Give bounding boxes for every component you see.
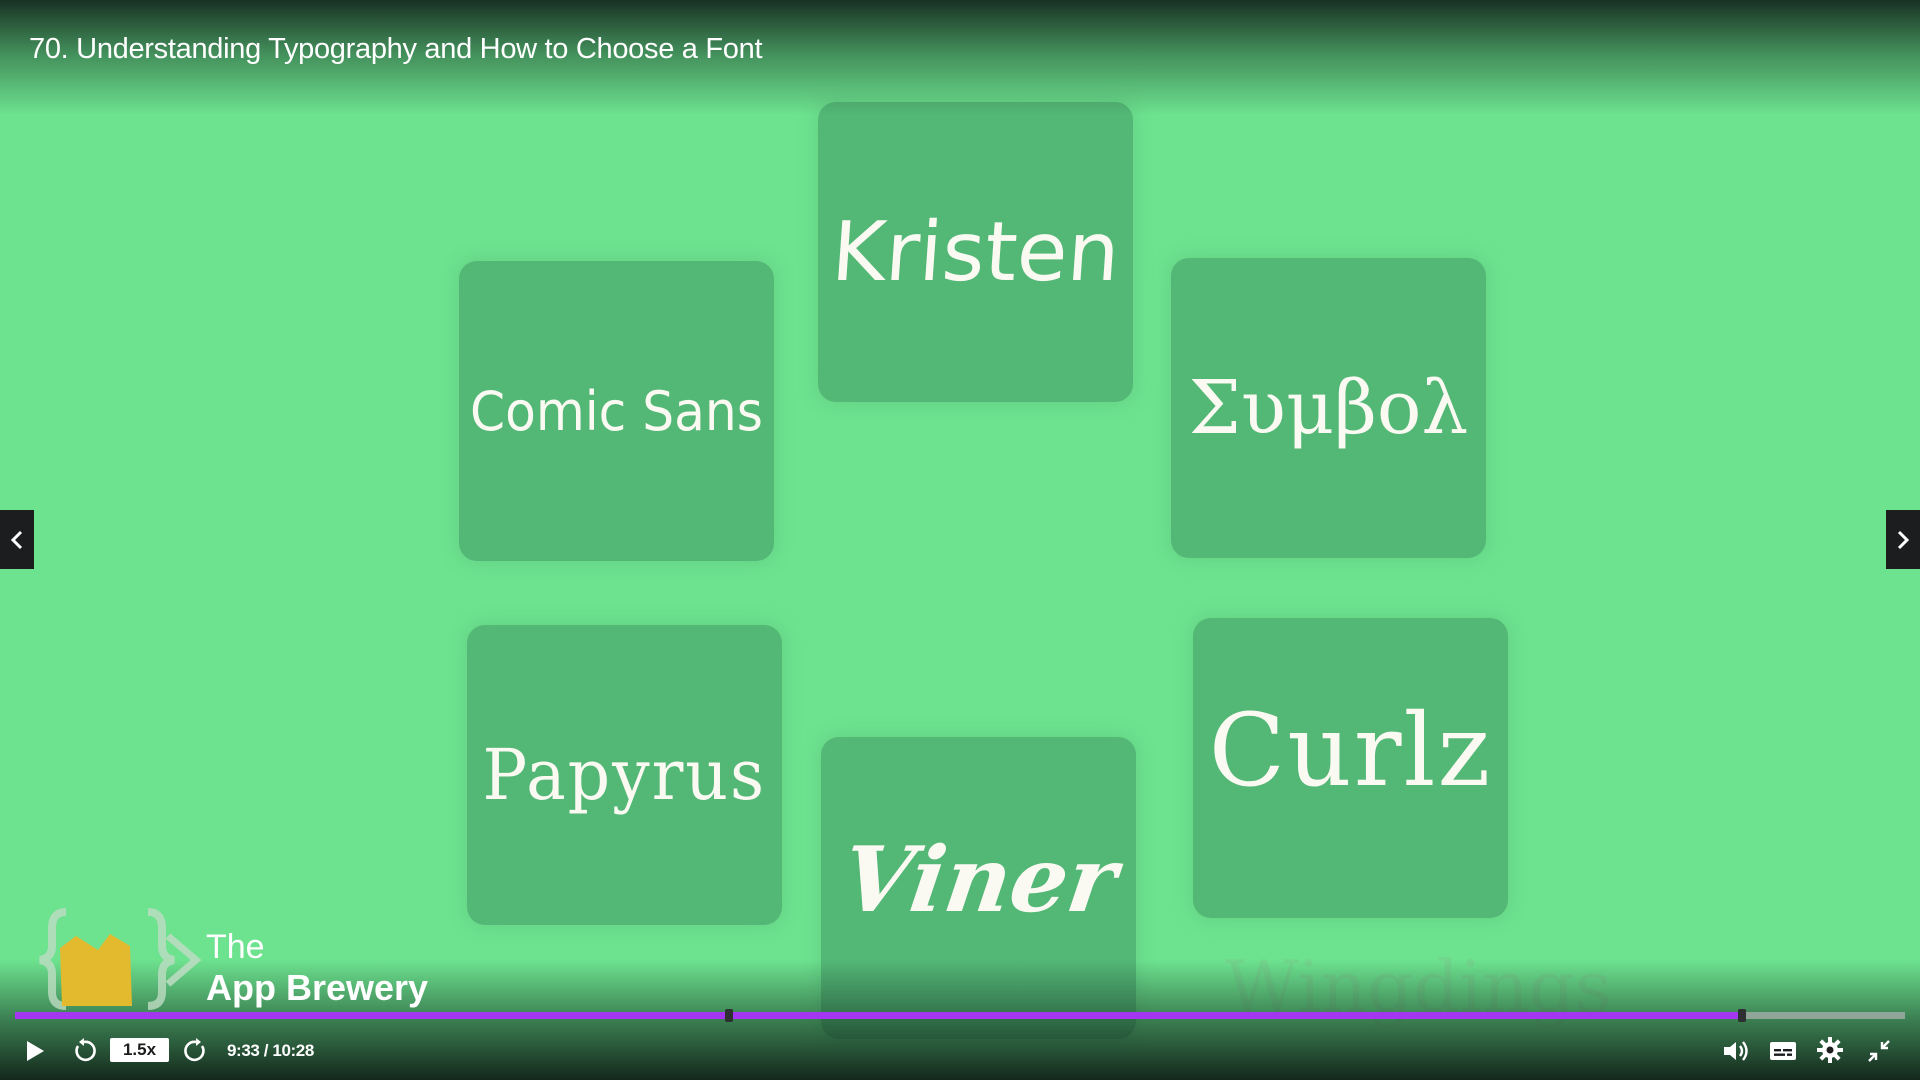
previous-lecture-button[interactable]	[0, 510, 34, 569]
font-card-label: Συμβολ	[1188, 365, 1469, 451]
volume-button[interactable]	[1718, 1034, 1754, 1068]
play-icon	[27, 1041, 44, 1061]
chevron-left-icon	[10, 530, 23, 549]
font-card-symbol: Συμβολ	[1171, 258, 1486, 558]
font-card-label: Viner	[835, 827, 1124, 933]
play-button[interactable]	[20, 1034, 50, 1068]
playback-speed-button[interactable]: 1.5x	[110, 1038, 169, 1062]
app-brewery-logo-icon	[39, 908, 202, 1010]
forward-icon	[184, 1038, 205, 1062]
gear-icon	[1817, 1037, 1843, 1063]
volume-icon	[1724, 1041, 1748, 1061]
rewind-icon	[75, 1038, 96, 1062]
progress-played	[15, 1012, 1743, 1019]
lecture-title: 70. Understanding Typography and How to …	[29, 33, 763, 65]
player-controls: 1.5x 9:33 / 10:28	[0, 1030, 1920, 1072]
exit-fullscreen-icon	[1868, 1040, 1890, 1062]
font-card-comic-sans: Comic Sans	[459, 261, 774, 561]
logo-text-line1: The	[206, 928, 265, 966]
font-card-papyrus: Papyrus	[467, 625, 782, 925]
progress-marker[interactable]	[725, 1009, 734, 1022]
app-brewery-logo: The App Brewery	[38, 906, 458, 1016]
exit-fullscreen-button[interactable]	[1862, 1034, 1896, 1068]
font-card-label: Kristen	[828, 204, 1123, 300]
font-card-curlz: Curlz	[1193, 618, 1508, 918]
font-card-label: Comic Sans	[470, 379, 763, 443]
forward-button[interactable]	[180, 1034, 212, 1068]
time-display: 9:33 / 10:28	[227, 1041, 314, 1060]
font-card-kristen: Kristen	[818, 102, 1133, 402]
chevron-right-icon	[1897, 530, 1910, 549]
logo-text-line2: App Brewery	[206, 967, 429, 1008]
font-card-label: Papyrus	[482, 734, 767, 816]
rewind-button[interactable]	[68, 1034, 100, 1068]
progress-marker[interactable]	[1738, 1009, 1747, 1022]
captions-icon	[1770, 1042, 1796, 1060]
next-lecture-button[interactable]	[1886, 510, 1920, 569]
progress-bar[interactable]	[15, 1009, 1905, 1022]
font-card-label: Curlz	[1208, 691, 1493, 809]
settings-button[interactable]	[1812, 1032, 1848, 1068]
captions-button[interactable]	[1766, 1034, 1800, 1068]
